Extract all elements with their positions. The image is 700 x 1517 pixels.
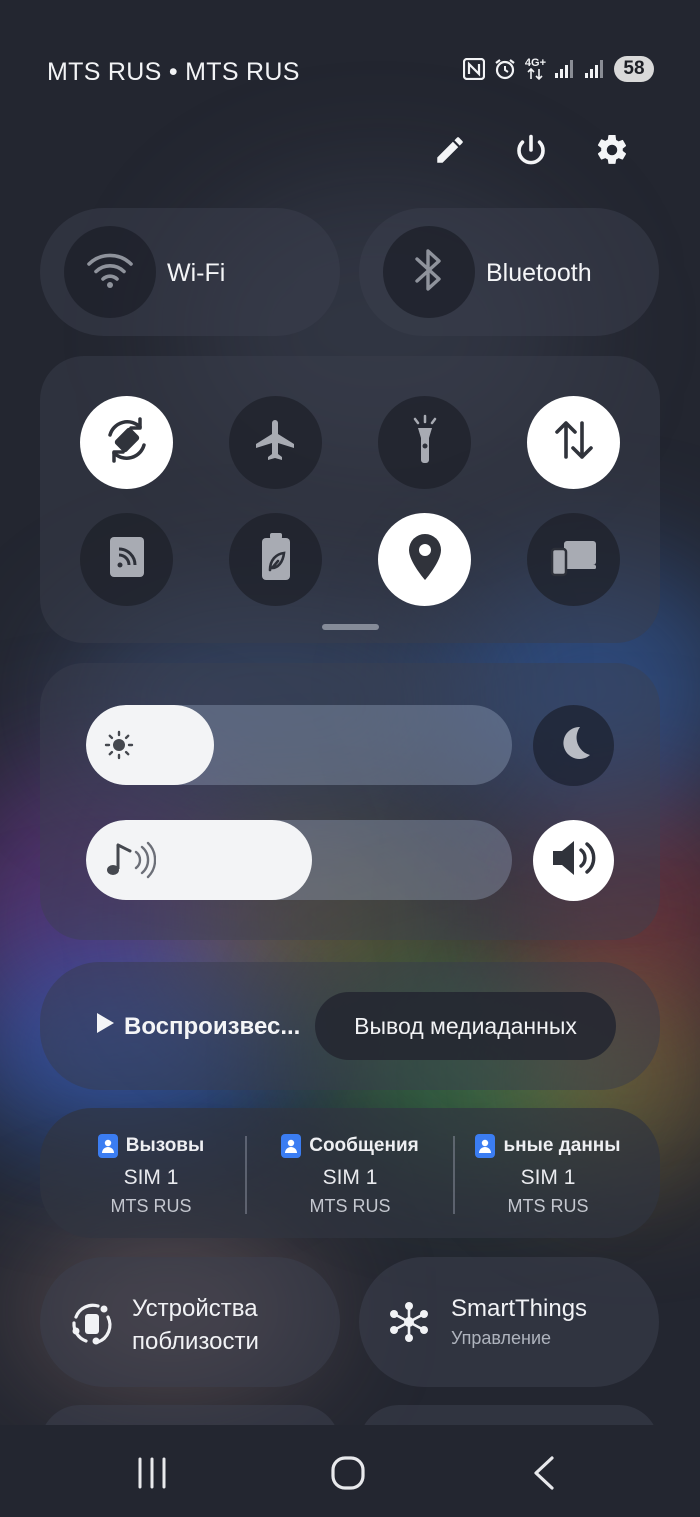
recents-icon (134, 1457, 170, 1494)
auto-rotate-icon (100, 413, 154, 472)
brightness-slider[interactable] (86, 705, 512, 785)
smartthings-title: SmartThings (451, 1295, 588, 1322)
wifi-toggle[interactable] (64, 226, 156, 318)
sim-data-title: ьные данны (503, 1135, 621, 1156)
nfc-tile-icon (107, 535, 147, 584)
battery-indicator: 58 (614, 56, 654, 82)
sim-card-icon (97, 1134, 118, 1158)
wifi-icon (86, 250, 134, 295)
status-bar: MTS RUS • MTS RUS 4G+ 58 (0, 0, 700, 120)
bluetooth-icon (412, 246, 446, 299)
data-arrows-icon: 4G+ (525, 58, 546, 80)
moon-icon (552, 721, 596, 770)
smartthings-subtitle: Управление (451, 1328, 552, 1348)
edit-pencil-icon (433, 133, 467, 172)
flashlight-toggle[interactable] (378, 396, 471, 489)
music-note-icon (104, 820, 156, 900)
media-play-button[interactable]: Воспроизвес... (95, 1012, 300, 1041)
smartthings-icon (387, 1300, 431, 1349)
airplane-icon (252, 416, 300, 469)
nearby-devices-line1: Устройства (132, 1295, 258, 1322)
sim-calls[interactable]: Вызовы SIM 1 MTS RUS (51, 1134, 251, 1217)
navigation-bar (0, 1425, 700, 1517)
media-play-label: Воспроизвес... (124, 1012, 301, 1040)
sim-messages[interactable]: Сообщения SIM 1 MTS RUS (250, 1134, 450, 1217)
signal-sim1-icon (554, 59, 576, 79)
power-icon (513, 132, 549, 173)
back-button[interactable] (514, 1455, 574, 1495)
flashlight-icon (405, 414, 445, 471)
quick-toggles-panel (40, 356, 660, 643)
sim-messages-title: Сообщения (309, 1135, 419, 1156)
sim-card-icon (281, 1134, 302, 1158)
sim-card-icon (475, 1134, 496, 1158)
sim-calls-sim: SIM 1 (123, 1166, 179, 1189)
wifi-label: Wi-Fi (167, 259, 226, 287)
alarm-icon (493, 57, 517, 81)
location-icon (405, 532, 445, 587)
speaker-icon (549, 836, 599, 885)
settings-button[interactable] (590, 130, 634, 174)
expand-handle[interactable] (322, 624, 379, 630)
carrier-label: MTS RUS • MTS RUS (47, 58, 300, 86)
nearby-devices-icon (68, 1299, 116, 1352)
edit-button[interactable] (428, 130, 472, 174)
sim-data-carrier: MTS RUS (507, 1196, 589, 1216)
sim-mobile-data[interactable]: ьные данны SIM 1 MTS RUS (448, 1134, 648, 1217)
nearby-devices-tile[interactable]: Устройства поблизости (40, 1257, 340, 1387)
volume-slider[interactable] (86, 820, 512, 900)
bluetooth-tile[interactable]: Bluetooth (359, 208, 659, 336)
mobile-data-icon (551, 417, 597, 468)
mobile-data-toggle[interactable] (527, 396, 620, 489)
sim-calls-title: Вызовы (125, 1135, 205, 1156)
play-icon (95, 1012, 115, 1041)
nfc-icon (462, 58, 485, 80)
sun-icon (104, 705, 134, 785)
auto-rotate-toggle[interactable] (80, 396, 173, 489)
bluetooth-toggle[interactable] (383, 226, 475, 318)
nfc-toggle[interactable] (80, 513, 173, 606)
network-type-label: 4G+ (524, 57, 546, 69)
sim-panel: Вызовы SIM 1 MTS RUS Сообщения SIM 1 MTS… (40, 1108, 660, 1238)
sim-divider (245, 1136, 247, 1214)
nearby-devices-line2: поблизости (132, 1328, 259, 1355)
media-panel: Воспроизвес... Вывод медиаданных (40, 962, 660, 1090)
airplane-toggle[interactable] (229, 396, 322, 489)
sim-calls-carrier: MTS RUS (110, 1196, 192, 1216)
sim-data-sim: SIM 1 (520, 1166, 576, 1189)
power-saving-icon (259, 532, 293, 587)
smartthings-tile[interactable]: SmartThings Управление (359, 1257, 659, 1387)
status-icons: 4G+ 58 (462, 56, 654, 82)
home-button[interactable] (318, 1455, 378, 1495)
link-to-windows-icon (550, 537, 598, 582)
bluetooth-label: Bluetooth (486, 259, 592, 287)
power-saving-toggle[interactable] (229, 513, 322, 606)
recents-button[interactable] (122, 1455, 182, 1495)
home-icon (330, 1455, 366, 1496)
signal-sim2-icon (584, 59, 606, 79)
media-output-button[interactable]: Вывод медиаданных (315, 992, 616, 1060)
sound-mode-button[interactable] (533, 820, 614, 901)
location-toggle[interactable] (378, 513, 471, 606)
link-to-windows-toggle[interactable] (527, 513, 620, 606)
sliders-panel (40, 663, 660, 940)
sim-messages-carrier: MTS RUS (309, 1196, 391, 1216)
wifi-tile[interactable]: Wi-Fi (40, 208, 340, 336)
dark-mode-button[interactable] (533, 705, 614, 786)
settings-gear-icon (594, 132, 630, 173)
sim-messages-sim: SIM 1 (322, 1166, 378, 1189)
back-icon (530, 1455, 558, 1496)
power-button[interactable] (509, 130, 553, 174)
